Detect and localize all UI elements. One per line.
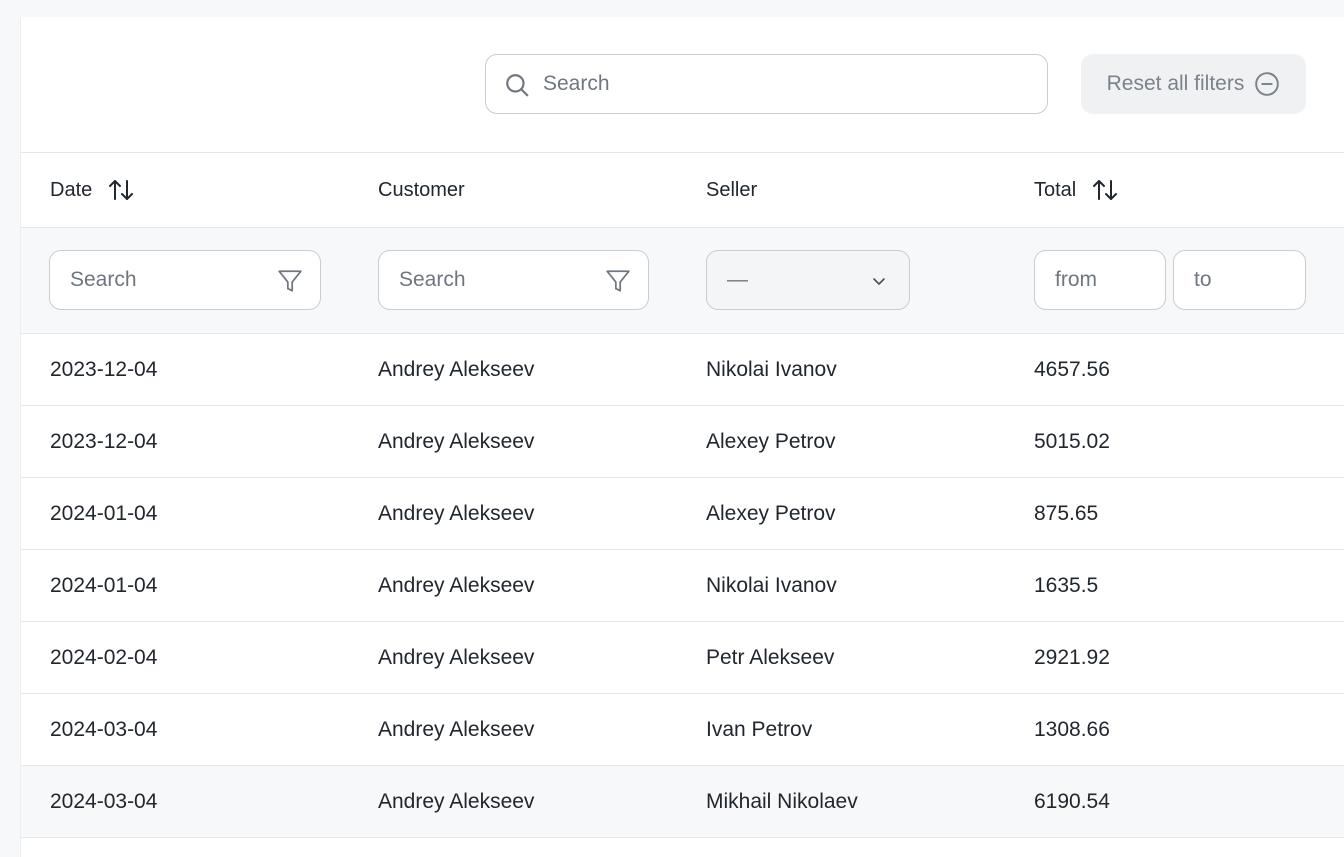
- table-row[interactable]: 2023-12-04 Andrey Alekseev Alexey Petrov…: [21, 406, 1344, 478]
- total-to-input[interactable]: [1174, 251, 1305, 309]
- seller-filter-value: —: [727, 268, 748, 291]
- date-cell: 2023-12-04: [50, 357, 158, 381]
- date-cell: 2024-01-04: [50, 573, 158, 597]
- funnel-icon: [278, 270, 302, 292]
- seller-cell: Petr Alekseev: [706, 645, 835, 669]
- seller-cell: Alexey Petrov: [706, 429, 836, 453]
- customer-cell: Andrey Alekseev: [378, 429, 535, 453]
- total-cell: 5015.02: [1034, 429, 1110, 453]
- column-header-seller: Seller: [706, 153, 757, 227]
- sales-table-card: Reset all filters Date Customer Seller T…: [20, 17, 1344, 857]
- total-cell: 2921.92: [1034, 645, 1110, 669]
- table-row[interactable]: 2024-03-04 Andrey Alekseev Ivan Petrov 1…: [21, 694, 1344, 766]
- customer-cell: Andrey Alekseev: [378, 789, 535, 813]
- seller-cell: Nikolai Ivanov: [706, 357, 837, 381]
- total-cell: 6190.54: [1034, 789, 1110, 813]
- total-from-input[interactable]: [1035, 251, 1165, 309]
- total-cell: 1308.66: [1034, 717, 1110, 741]
- customer-cell: Andrey Alekseev: [378, 717, 535, 741]
- customer-cell: Andrey Alekseev: [378, 573, 535, 597]
- table-row[interactable]: 2023-12-04 Andrey Alekseev Nikolai Ivano…: [21, 334, 1344, 406]
- total-cell: 4657.56: [1034, 357, 1110, 381]
- global-search-input[interactable]: [543, 55, 1033, 113]
- date-cell: 2024-01-04: [50, 501, 158, 525]
- table-row[interactable]: 2024-01-04 Andrey Alekseev Alexey Petrov…: [21, 478, 1344, 550]
- date-cell: 2024-03-04: [50, 717, 158, 741]
- reset-all-filters-button[interactable]: Reset all filters: [1081, 54, 1306, 114]
- column-header-label: Customer: [378, 178, 465, 201]
- total-cell: 875.65: [1034, 501, 1099, 525]
- total-cell: 1635.5: [1034, 573, 1099, 597]
- date-cell: 2023-12-04: [50, 429, 158, 453]
- sort-arrows-icon[interactable]: [106, 177, 136, 203]
- seller-filter-select[interactable]: —: [706, 250, 910, 310]
- seller-cell: Nikolai Ivanov: [706, 573, 837, 597]
- funnel-icon: [606, 270, 630, 292]
- column-header-label: Seller: [706, 178, 758, 201]
- column-header-date: Date: [50, 153, 136, 227]
- total-to-field[interactable]: [1173, 250, 1306, 310]
- reset-all-filters-label: Reset all filters: [1106, 72, 1245, 95]
- customer-cell: Andrey Alekseev: [378, 501, 535, 525]
- date-cell: 2024-02-04: [50, 645, 158, 669]
- filter-row: —: [21, 228, 1344, 334]
- column-header-total: Total: [1034, 153, 1120, 227]
- table-header-row: Date Customer Seller Total: [21, 153, 1344, 228]
- seller-cell: Ivan Petrov: [706, 717, 813, 741]
- customer-cell: Andrey Alekseev: [378, 645, 535, 669]
- table-row[interactable]: 2024-01-04 Andrey Alekseev Nikolai Ivano…: [21, 550, 1344, 622]
- table-row[interactable]: 2024-02-04 Andrey Alekseev Petr Alekseev…: [21, 622, 1344, 694]
- global-search-field[interactable]: [485, 54, 1048, 114]
- seller-cell: Alexey Petrov: [706, 501, 836, 525]
- total-from-field[interactable]: [1034, 250, 1166, 310]
- sort-arrows-icon[interactable]: [1090, 177, 1120, 203]
- date-filter-field[interactable]: [49, 250, 321, 310]
- customer-cell: Andrey Alekseev: [378, 357, 535, 381]
- column-header-label: Total: [1034, 178, 1077, 201]
- table-row[interactable]: 2024-03-04 Andrey Alekseev Mikhail Nikol…: [21, 766, 1344, 838]
- seller-cell: Mikhail Nikolaev: [706, 789, 858, 813]
- minus-circle-icon: [1255, 72, 1280, 96]
- search-icon: [506, 74, 529, 97]
- customer-filter-field[interactable]: [378, 250, 649, 310]
- column-header-customer: Customer: [378, 153, 465, 227]
- chevron-down-icon: [873, 278, 885, 285]
- date-cell: 2024-03-04: [50, 789, 158, 813]
- toolbar: Reset all filters: [21, 17, 1344, 153]
- column-header-label: Date: [50, 178, 93, 201]
